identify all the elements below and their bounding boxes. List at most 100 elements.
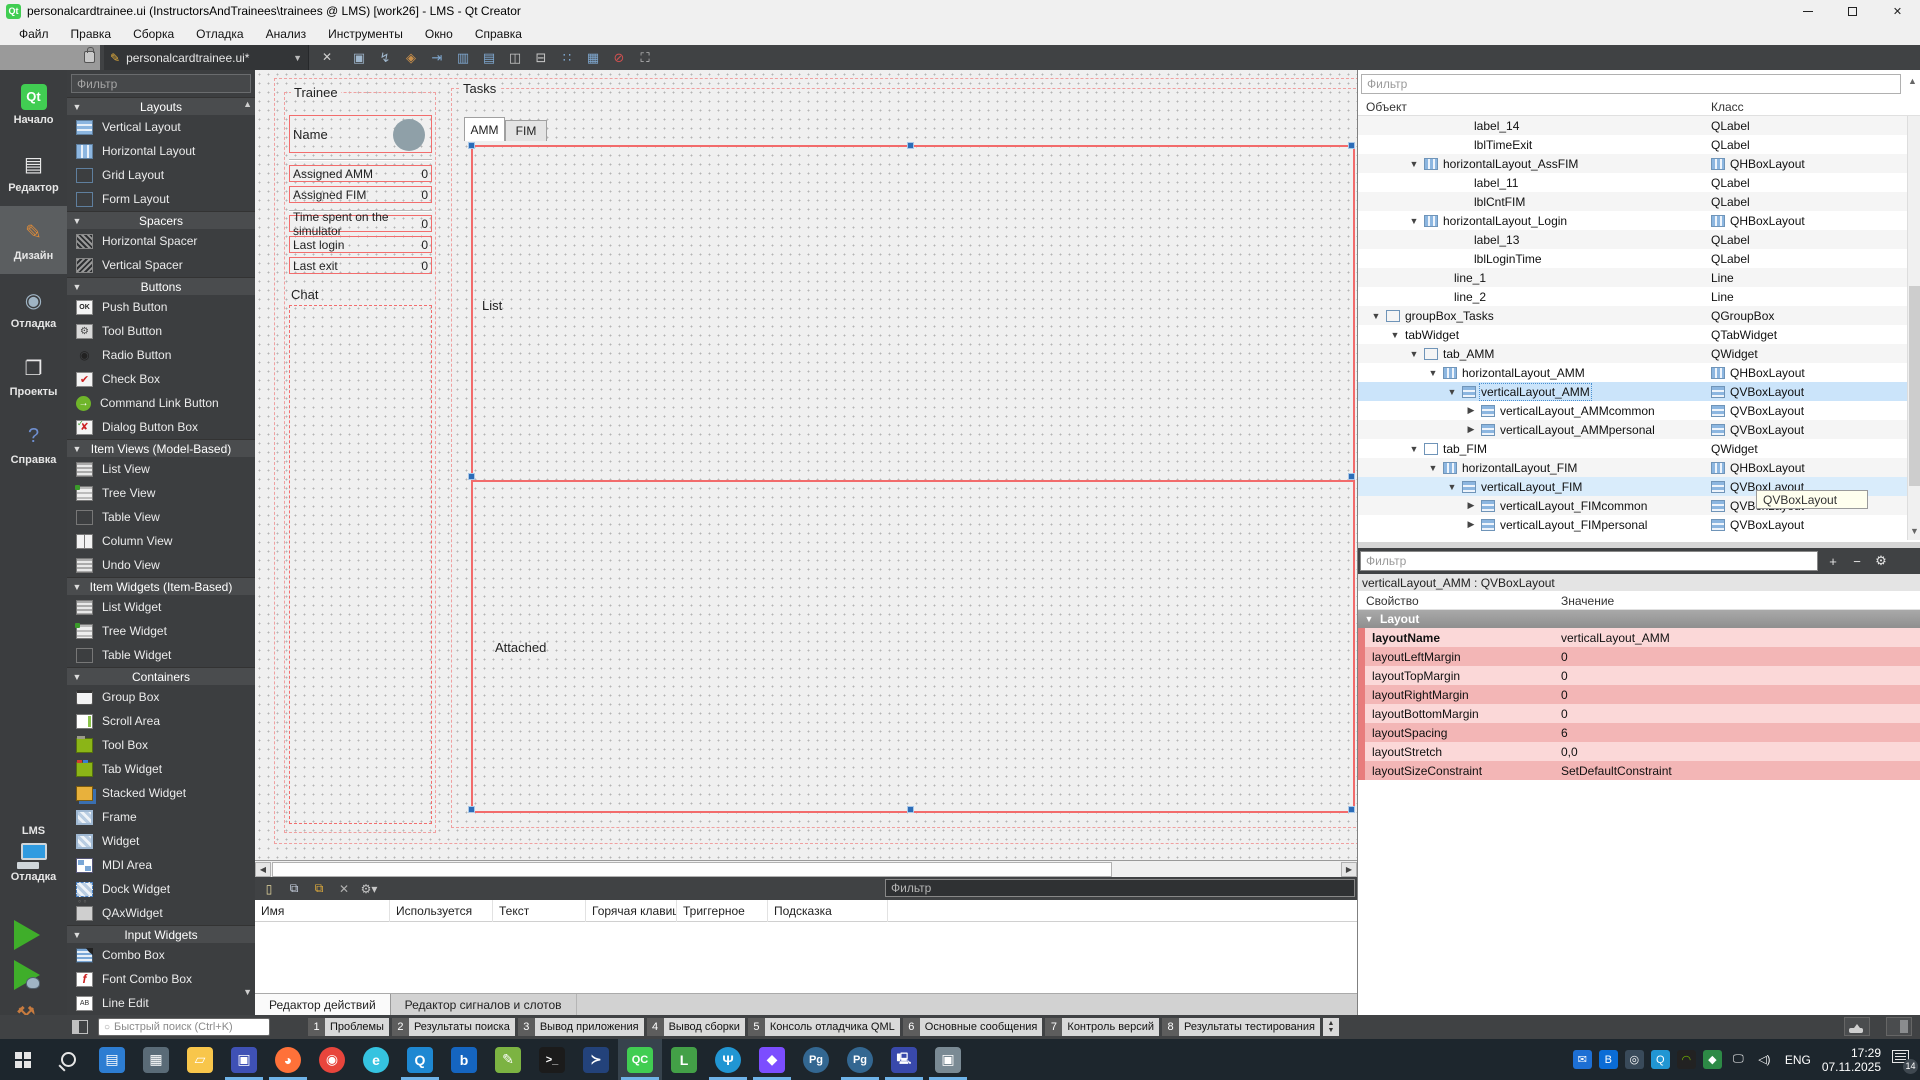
property-row-layoutBottomMargin[interactable]: layoutBottomMargin0 [1358,704,1920,723]
edit-buddies-icon[interactable]: ◈ [400,48,422,68]
object-row-verticalLayout_FIMpersonal[interactable]: ▶verticalLayout_FIMpersonalQVBoxLayout [1358,515,1907,534]
menu-item-4[interactable]: Анализ [255,27,318,41]
object-row-label_13[interactable]: label_13QLabel [1358,230,1907,249]
trainee-row-2[interactable]: Time spent on the simulator0 [289,215,432,232]
property-row-layoutLeftMargin[interactable]: layoutLeftMargin0 [1358,647,1920,666]
menu-item-0[interactable]: Файл [8,27,60,41]
selection-handle[interactable] [1348,806,1355,813]
tree-expand-icon[interactable]: ▼ [1408,349,1420,359]
widget-item-table-widget[interactable]: Table Widget [67,643,255,667]
debug-run-button[interactable] [14,960,40,990]
output-pane-7[interactable]: 7Контроль версий [1045,1018,1159,1036]
widget-category-Layouts[interactable]: ▼Layouts [67,97,255,115]
obsidian-icon[interactable]: ◆ [750,1039,794,1080]
tray-mail-icon[interactable]: ✉ [1573,1050,1592,1069]
selected-layout-verticalLayout-AMM[interactable] [471,145,1355,813]
widget-item-push-button[interactable]: OKPush Button [67,295,255,319]
object-row-tabWidget[interactable]: ▼tabWidgetQTabWidget [1358,325,1907,344]
widget-category-Buttons[interactable]: ▼Buttons [67,277,255,295]
widget-category-Input Widgets[interactable]: ▼Input Widgets [67,925,255,943]
selection-handle[interactable] [1348,473,1355,480]
widget-item-undo-view[interactable]: Undo View [67,553,255,577]
widget-item-tool-button[interactable]: ⚙Tool Button [67,319,255,343]
object-row-horizontalLayout_AMM[interactable]: ▼horizontalLayout_AMMQHBoxLayout [1358,363,1907,382]
widget-category-Item Widgets (Item-Based)[interactable]: ▼Item Widgets (Item-Based) [67,577,255,595]
trainee-row-3[interactable]: Last login0 [289,236,432,253]
output-pane-1[interactable]: 1Проблемы [308,1018,389,1036]
object-row-lblTimeExit[interactable]: lblTimeExitQLabel [1358,135,1907,154]
selection-handle[interactable] [1348,142,1355,149]
action-column-Подсказка[interactable]: Подсказка [768,900,888,922]
object-row-label_14[interactable]: label_14QLabel [1358,116,1907,135]
presentation-app-icon[interactable]: ▤ [90,1039,134,1080]
trainee-row-1[interactable]: Assigned FIM0 [289,186,432,203]
run-button[interactable] [14,920,40,950]
action-column-Текст[interactable]: Текст [493,900,586,922]
inspector-scrollbar[interactable]: ▼ [1907,116,1920,540]
notes-app-icon[interactable]: ✎ [486,1039,530,1080]
adjust-size-icon[interactable]: ⛶ [634,48,656,68]
output-pane-8[interactable]: 8Результаты тестирования [1162,1018,1320,1036]
selection-handle[interactable] [468,806,475,813]
trainee-groupbox[interactable]: Trainee Name Assigned AMM0Assigned FIM0T… [284,92,436,833]
scroll-right-icon[interactable]: ▶ [1341,862,1357,877]
object-row-line_2[interactable]: line_2Line [1358,287,1907,306]
menu-item-1[interactable]: Правка [60,27,123,41]
taskbar-search-button[interactable] [46,1039,90,1080]
widget-box-scroll-down-icon[interactable]: ▼ [243,987,252,997]
editor-tab-Редактор действий[interactable]: Редактор действий [255,994,391,1016]
inspector-scrollbar-thumb[interactable] [1909,286,1920,486]
menu-item-3[interactable]: Отладка [185,27,254,41]
widget-item-list-widget[interactable]: List Widget [67,595,255,619]
object-row-lblCntFIM[interactable]: lblCntFIMQLabel [1358,192,1907,211]
menu-item-5[interactable]: Инструменты [317,27,414,41]
editor-tab-Редактор сигналов и слотов[interactable]: Редактор сигналов и слотов [391,994,577,1016]
menu-item-6[interactable]: Окно [414,27,464,41]
add-property-icon[interactable]: + [1823,551,1843,571]
break-layout-icon[interactable]: ⊘ [608,48,630,68]
postgresql-2-icon[interactable]: Pg [838,1039,882,1080]
tree-expand-icon[interactable]: ▼ [1446,387,1458,397]
tree-expand-icon[interactable]: ▼ [1389,330,1401,340]
object-row-verticalLayout_AMMcommon[interactable]: ▶verticalLayout_AMMcommonQVBoxLayout [1358,401,1907,420]
widget-item-line-edit[interactable]: ABLine Edit [67,991,255,1015]
right-sidebar-toggle-icon[interactable] [1886,1017,1912,1036]
tray-bluetooth-icon[interactable]: B [1599,1050,1618,1069]
selection-handle[interactable] [907,142,914,149]
property-row-layoutTopMargin[interactable]: layoutTopMargin0 [1358,666,1920,685]
mode-item-Проекты[interactable]: ❐Проекты [0,342,67,410]
output-pane-toggle-icon[interactable] [1844,1017,1870,1036]
widget-item-horizontal-layout[interactable]: Horizontal Layout [67,139,255,163]
tray-volume-icon[interactable]: ◁) [1755,1050,1774,1069]
widget-item-frame[interactable]: Frame [67,805,255,829]
layout-horizontally-icon[interactable]: ▥ [452,48,474,68]
q-app-icon[interactable]: Q [398,1039,442,1080]
tray-nvidia-icon[interactable]: ◠ [1677,1050,1696,1069]
form-canvas[interactable]: Trainee Name Assigned AMM0Assigned FIM0T… [255,70,1357,860]
tree-expand-icon[interactable]: ▼ [1427,368,1439,378]
widget-item-scroll-area[interactable]: Scroll Area [67,709,255,733]
tree-collapse-icon[interactable]: ▶ [1465,519,1477,530]
notification-center-icon[interactable]: 14 [1890,1048,1916,1072]
output-pane-5[interactable]: 5Консоль отладчика QML [748,1018,900,1036]
object-row-groupBox_Tasks[interactable]: ▼groupBox_TasksQGroupBox [1358,306,1907,325]
widget-item-radio-button[interactable]: ◉Radio Button [67,343,255,367]
kit-selector[interactable]: LMS Отладка [0,825,67,883]
widget-box-filter-input[interactable]: Фильтр [71,74,251,93]
widget-item-vertical-spacer[interactable]: Vertical Spacer [67,253,255,277]
widget-item-column-view[interactable]: Column View [67,529,255,553]
widget-item-combo-box[interactable]: Combo Box [67,943,255,967]
mode-item-Начало[interactable]: QtНачало [0,70,67,138]
action-column-Используется[interactable]: Используется [390,900,493,922]
widget-item-form-layout[interactable]: Form Layout [67,187,255,211]
tree-collapse-icon[interactable]: ▶ [1465,500,1477,511]
widget-item-dock-widget[interactable]: Dock Widget [67,877,255,901]
widget-box-scroll-up-icon[interactable]: ▲ [243,99,252,109]
mail-app-icon[interactable]: b [442,1039,486,1080]
mode-item-Справка[interactable]: ?Справка [0,410,67,478]
qt-creator-taskbar-icon[interactable]: QC [618,1039,662,1080]
selection-handle[interactable] [468,142,475,149]
inspector-scroll-down-icon[interactable]: ▼ [1908,526,1920,540]
layout-form-icon[interactable]: ∷ [556,48,578,68]
configure-action-icon[interactable]: ⚙▾ [359,880,379,898]
